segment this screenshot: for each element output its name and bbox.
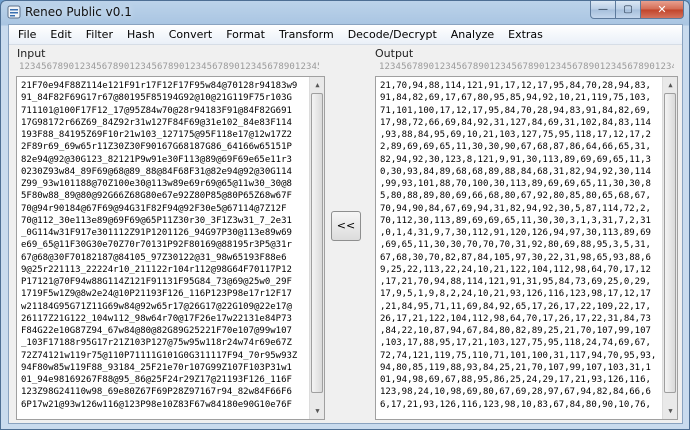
title-bar[interactable]: Reneo Public v0.1 — ▢ ✕ <box>1 1 689 23</box>
text-line: ,103,17,88,95,17,21,103,127,75,95,118,24… <box>380 338 651 349</box>
text-line: 72Z74121w119r75@110P71111G101G0G311117F9… <box>21 350 298 361</box>
text-line: 21,70,94,88,114,121,91,17,12,17,95,84,70… <box>380 81 651 91</box>
menu-file[interactable]: File <box>11 26 43 44</box>
text-line: 2F89r69_69w65r11Z30Z30F90167G68187G86_64… <box>21 142 292 153</box>
text-line: 91_84F82F69G17r67@80195F85194G92@10@21G1… <box>21 93 292 104</box>
text-line: e69_65@11F30G30e70Z70r70131P92F80169@881… <box>21 240 292 251</box>
input-text-lines: 21F70e94F88Z114e121F91r17F12F17F95w84@70… <box>17 77 324 411</box>
menu-hash[interactable]: Hash <box>120 26 162 44</box>
text-line: 82e94@92@30G123_82121P9w91e30F113@89@69F… <box>21 154 292 165</box>
text-line: 01_94e98169267F88@95_86@25F24r29Z17@2119… <box>21 375 292 385</box>
text-line: 94,80,85,119,88,93,84,25,21,70,107,99,10… <box>380 362 651 373</box>
text-line: 91,84,82,69,17,67,80,95,85,94,92,10,21,1… <box>380 93 651 104</box>
input-scrollbar[interactable]: ▲ ▼ <box>309 77 324 419</box>
menu-convert[interactable]: Convert <box>162 26 220 44</box>
menu-filter[interactable]: Filter <box>79 26 120 44</box>
text-line: Z99_93w101188@70Z100e30@113w89e69r69@65@… <box>21 179 292 189</box>
text-line: _0G114w31F917e301112Z91P1201126_94G97P30… <box>21 228 292 238</box>
text-line: 9,25,22,113,22,24,10,21,122,104,112,98,6… <box>380 264 651 275</box>
output-column-ruler: 1234567890123456789012345678901234567890… <box>379 62 674 72</box>
menu-edit[interactable]: Edit <box>43 26 78 44</box>
text-line: 26117Z21G122_104w112_98w64r70@17F26e17w2… <box>21 313 292 324</box>
app-icon <box>7 5 21 19</box>
text-line: 193F88_84195Z69F10r21w103_127175@95F118e… <box>21 130 292 140</box>
output-scrollbar[interactable]: ▲ ▼ <box>662 77 677 419</box>
text-line: 0230Z93w84_89F69@68@89_88@84F68F31@82e94… <box>21 166 292 177</box>
text-line: 26,17,21,122,104,112,98,64,70,17,26,17,2… <box>380 313 651 324</box>
minimize-button[interactable]: — <box>590 1 616 19</box>
text-line: 5F80w88_89@80@92G66Z68G80e67e92Z80P85@80… <box>21 191 292 202</box>
text-line: _103F17188r95G17r21Z103P127@75w95w118r24… <box>21 338 292 349</box>
text-line: 72,74,121,119,75,110,71,101,100,31,117,9… <box>380 350 657 361</box>
text-line: 6,17,21,93,126,116,123,98,10,83,67,84,80… <box>380 399 651 410</box>
output-textarea[interactable]: 21,70,94,88,114,121,91,17,12,17,95,84,70… <box>375 76 678 420</box>
text-line: 711101@100F17F12_17@95Z84w70@28r94183F91… <box>21 105 292 116</box>
menu-bar: File Edit Filter Hash Convert Format Tra… <box>9 25 682 45</box>
output-scroll-thumb[interactable] <box>664 93 676 393</box>
text-line: 70,112,30,113,89,69,69,65,11,30,30,3,1,3… <box>380 215 651 226</box>
text-line: 2,89,69,69,65,11,30,30,90,67,68,87,86,64… <box>380 142 651 153</box>
text-line: P17121@70F94w88G114Z121F91131F95G84_73@6… <box>21 277 292 287</box>
copy-output-to-input-button[interactable]: << <box>331 211 361 241</box>
output-label: Output <box>375 47 414 60</box>
scroll-up-arrow-icon[interactable]: ▲ <box>664 78 677 92</box>
window-controls: — ▢ ✕ <box>590 1 684 20</box>
text-line: 70,94,90,84,67,69,94,31,82,94,92,30,5,87… <box>380 203 651 214</box>
output-text-lines: 21,70,94,88,114,121,91,17,12,17,95,84,70… <box>376 77 677 411</box>
menu-extras[interactable]: Extras <box>501 26 550 44</box>
menu-transform[interactable]: Transform <box>272 26 341 44</box>
window-title: Reneo Public v0.1 <box>25 5 132 19</box>
scroll-down-arrow-icon[interactable]: ▼ <box>311 404 324 418</box>
text-line: 9@25r221113_22224r10_211122r104r112@98G6… <box>21 264 292 275</box>
input-scroll-thumb[interactable] <box>311 93 323 393</box>
text-line: 17,9,5,1,9,8,2,24,10,21,93,126,116,123,9… <box>380 289 651 300</box>
client-area: File Edit Filter Hash Convert Format Tra… <box>8 24 683 424</box>
input-textarea[interactable]: 21F70e94F88Z114e121F91r17F12F17F95w84@70… <box>16 76 325 420</box>
menu-decode-decrypt[interactable]: Decode/Decrypt <box>341 26 444 44</box>
text-line: 71,101,100,17,12,17,95,84,70,28,94,83,91… <box>380 105 651 116</box>
text-line: 6P17w21@93w126w116@123P98e10Z83F67w84180… <box>21 399 292 410</box>
app-window: Reneo Public v0.1 — ▢ ✕ File Edit Filter… <box>0 0 690 430</box>
text-line: 17,98,72,66,69,84,92,31,127,84,69,31,102… <box>380 117 651 128</box>
text-line: 17G98172r66Z69_84Z92r31w127F84F69@31e102… <box>21 117 292 128</box>
text-line: 67,68,30,70,82,87,84,105,97,30,22,31,98,… <box>380 252 651 263</box>
maximize-button[interactable]: ▢ <box>616 1 641 19</box>
text-line: 123Z98G24110w98_69e80Z67F69P28Z97167r94_… <box>21 387 292 398</box>
text-line: 5,80,88,89,80,69,66,68,80,67,92,80,85,80… <box>380 191 651 202</box>
text-line: ,0,1,4,31,9,7,30,112,91,120,126,94,97,30… <box>380 228 651 238</box>
menu-analyze[interactable]: Analyze <box>444 26 501 44</box>
scroll-down-arrow-icon[interactable]: ▼ <box>664 404 677 418</box>
text-line: 01,94,98,69,67,88,95,86,25,24,29,17,21,9… <box>380 375 651 385</box>
input-label: Input <box>17 47 46 60</box>
text-line: 123,98,24,10,98,69,80,67,69,28,97,67,94,… <box>380 387 651 398</box>
input-column-ruler: 1234567890123456789012345678901234567890… <box>19 62 319 72</box>
menu-format[interactable]: Format <box>219 26 272 44</box>
text-line: 94F80w85w119F88_93184_25F21e70r107G99Z10… <box>21 362 292 373</box>
text-line: 67@68@30F70182187@84105_97Z30122@31_98w6… <box>21 252 287 263</box>
text-line: ,93,88,84,95,69,10,21,103,127,75,95,118,… <box>380 130 651 140</box>
text-line: ,17,21,70,94,88,114,121,91,31,95,84,73,6… <box>380 277 651 287</box>
close-button[interactable]: ✕ <box>641 1 684 19</box>
text-line: w21184G95G71Z11G69w84@92w65r17@26G17@22G… <box>21 301 292 312</box>
text-line: ,84,22,10,87,94,67,84,80,82,89,25,21,70,… <box>380 326 651 336</box>
scroll-up-arrow-icon[interactable]: ▲ <box>311 78 324 92</box>
text-line: F84G22e10G87Z94_67w84@80@82G89G25221F70e… <box>21 326 292 336</box>
text-line: ,69,65,11,30,30,70,70,70,31,92,80,69,88,… <box>380 240 651 251</box>
text-line: ,99,93,101,88,70,100,30,113,89,69,69,65,… <box>380 179 651 189</box>
text-line: 0,30,93,84,89,68,68,89,88,84,68,31,82,94… <box>380 166 651 177</box>
text-line: 70@94r90184@67F69@94G31F82F94@92F30e5@67… <box>21 203 287 214</box>
text-line: 70@112_30e113e89@69F69@65P11Z30r30_3F1Z3… <box>21 215 292 226</box>
text-line: ,21,84,95,71,11,69,84,92,65,17,26,17,22,… <box>380 301 651 312</box>
text-line: 82,94,92,30,123,8,121,9,91,30,113,89,69,… <box>380 154 651 165</box>
text-line: 1719F5w1Z9@8w2e24@10P21193F126_116P123P9… <box>21 289 292 300</box>
text-line: 21F70e94F88Z114e121F91r17F12F17F95w84@70… <box>21 81 298 91</box>
